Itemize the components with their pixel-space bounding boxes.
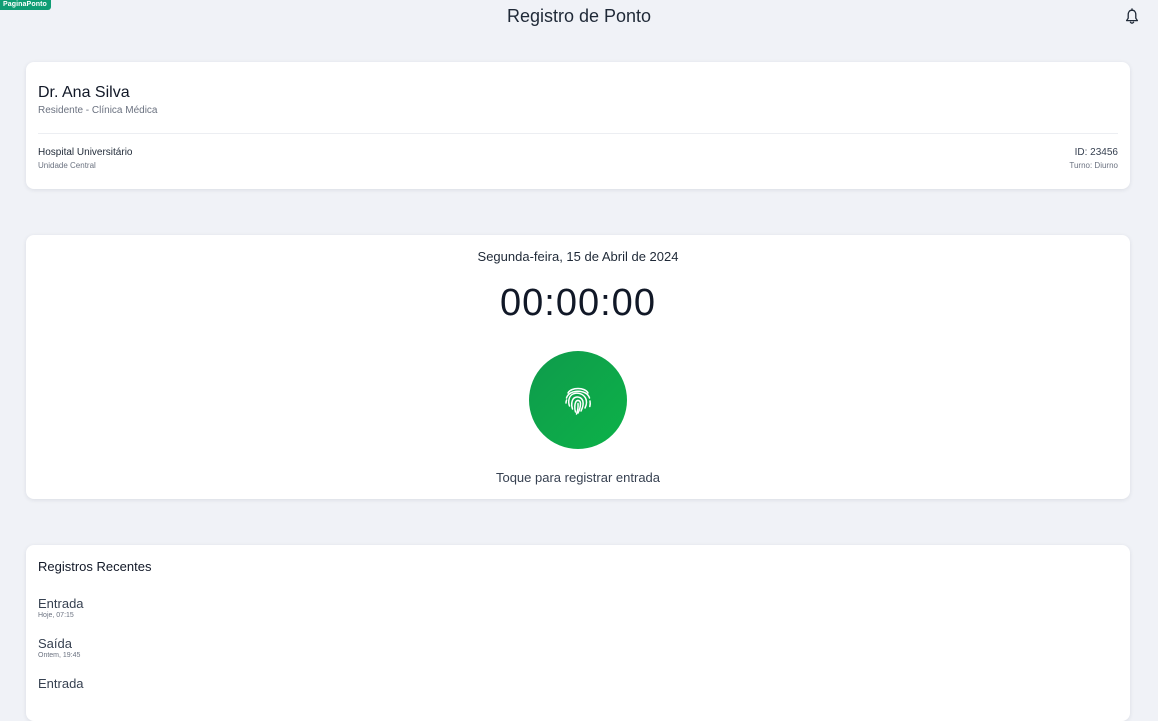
hospital-name: Hospital Universitário (38, 147, 133, 158)
employee-info: ID: 23456 Turno: Diurno (1069, 147, 1118, 170)
page-title: Registro de Ponto (506, 6, 652, 26)
list-item[interactable]: Saída Ontem, 19:45 (38, 636, 1118, 659)
record-type: Entrada (38, 676, 84, 691)
register-punch-button[interactable] (529, 351, 627, 449)
profile-divider (38, 133, 1118, 134)
bell-icon[interactable] (1124, 8, 1140, 26)
profile-card: Dr. Ana Silva Residente - Clínica Médica… (26, 62, 1130, 189)
unit-name: Unidade Central (38, 161, 96, 170)
clock-time: 00:00:00 (500, 282, 656, 324)
user-name: Dr. Ana Silva (38, 84, 130, 101)
punch-hint: Toque para registrar entrada (495, 470, 661, 485)
recent-records-list: Entrada Hoje, 07:15 Saída Ontem, 19:45 E… (38, 596, 1118, 691)
recent-records-title: Registros Recentes (38, 559, 152, 574)
record-type: Saída (38, 636, 72, 651)
fingerprint-icon (565, 387, 591, 415)
shift-label: Turno: Diurno (1069, 161, 1118, 170)
app-root: PaginaPonto Registro de Ponto Dr. Ana Si… (0, 0, 1158, 721)
current-date: Segunda-feira, 15 de Abril de 2024 (477, 249, 679, 264)
user-role: Residente - Clínica Médica (38, 105, 158, 116)
record-time: Ontem, 19:45 (38, 652, 81, 659)
hospital-info: Hospital Universitário Unidade Central (38, 147, 132, 170)
profile-details-row: Hospital Universitário Unidade Central I… (38, 147, 1118, 170)
list-item[interactable]: Entrada Hoje, 07:15 (38, 596, 1118, 619)
list-item[interactable]: Entrada (38, 676, 1118, 691)
record-time: Hoje, 07:15 (38, 612, 74, 619)
employee-id: ID: 23456 (1074, 147, 1118, 158)
recent-records-card: Registros Recentes Entrada Hoje, 07:15 S… (26, 545, 1130, 721)
record-type: Entrada (38, 596, 84, 611)
clock-card: Segunda-feira, 15 de Abril de 2024 00:00… (26, 235, 1130, 499)
